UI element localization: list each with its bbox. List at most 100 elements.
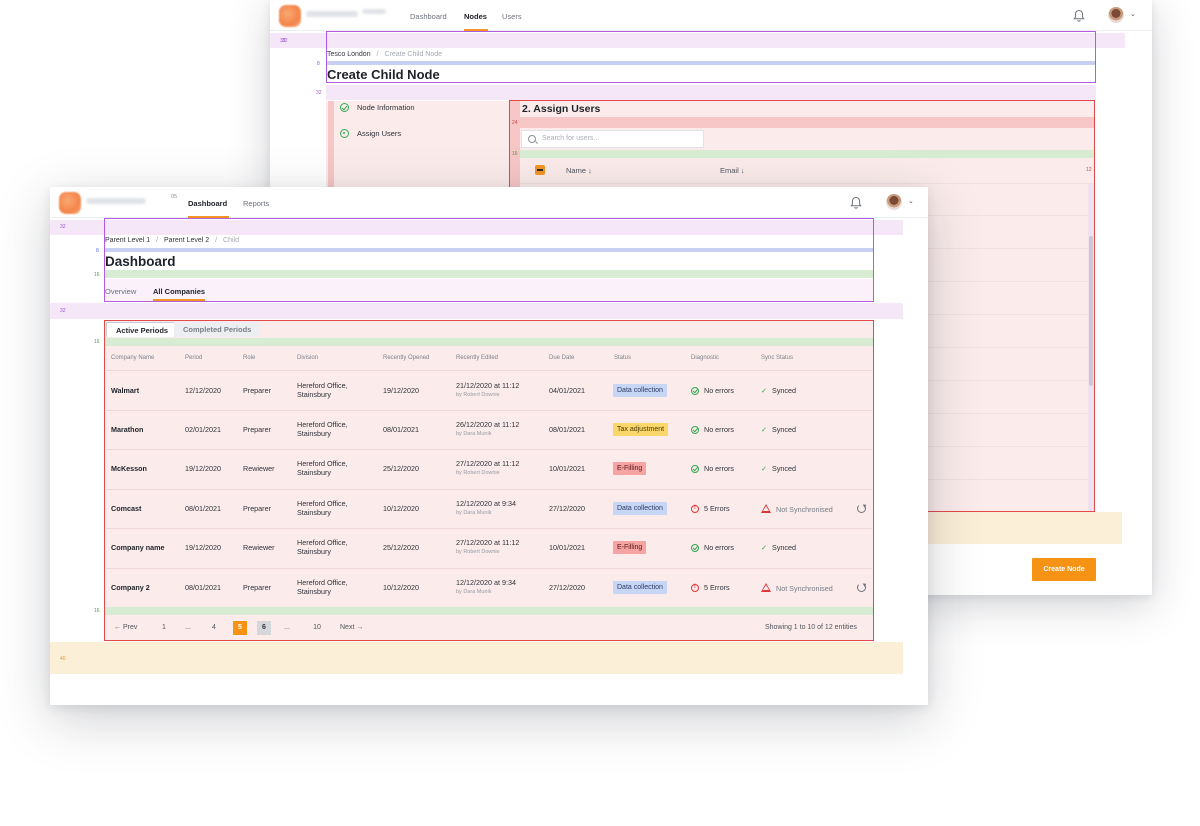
check-circle-icon <box>691 464 699 473</box>
breadcrumb-level2[interactable]: Parent Level 2 <box>164 237 209 244</box>
breadcrumb-current: Create Child Node <box>384 51 443 58</box>
create-node-button[interactable]: Create Node <box>1032 558 1096 581</box>
tab-active-periods[interactable]: Active Periods <box>106 322 179 337</box>
sync-text: Synced <box>772 464 797 473</box>
step-assign-users[interactable]: Assign Users <box>340 129 401 138</box>
page-1[interactable]: 1 <box>159 621 169 635</box>
cell-diagnostic: No errors <box>691 425 734 434</box>
column-role[interactable]: Role <box>243 355 255 361</box>
app-name-blurred-2 <box>362 9 386 14</box>
tab-completed-periods[interactable]: Completed Periods <box>174 322 261 337</box>
warning-icon <box>761 583 771 592</box>
check-circle-icon <box>691 386 699 395</box>
resync-icon[interactable] <box>857 583 866 592</box>
diagnostic-text: No errors <box>704 464 734 473</box>
spacing-label-top: 32 <box>60 224 66 230</box>
cell-period: 08/01/2021 <box>185 504 221 513</box>
spacing-label-table-bottom: 16 <box>94 608 100 614</box>
nav-users[interactable]: Users <box>502 12 522 21</box>
cell-division: Hereford Office, Stainsbury <box>297 578 348 596</box>
edited-date: 21/12/2020 at 11:12 <box>456 381 520 390</box>
user-row-divider <box>920 281 1090 282</box>
pagination-prev[interactable]: ← Prev <box>114 621 137 635</box>
check-circle-icon <box>691 543 699 552</box>
page-6[interactable]: 6 <box>257 621 271 635</box>
app-logo[interactable] <box>279 5 301 27</box>
edited-by: by Robert Downie <box>456 549 500 555</box>
nav-dashboard[interactable]: Dashboard <box>410 12 447 21</box>
wizard-left-margin <box>328 101 334 201</box>
column-diagnostic[interactable]: Diagnostic <box>691 355 719 361</box>
cell-recently-edited: 26/12/2020 at 11:12 by Dara Munik <box>456 420 519 439</box>
column-name[interactable]: Name ↓ <box>566 166 592 175</box>
cell-division: Hereford Office, Stainsbury <box>297 499 348 517</box>
spacing-label-footer: 40 <box>60 656 66 662</box>
cell-company[interactable]: McKesson <box>111 464 147 473</box>
pagination-next[interactable]: Next → <box>340 621 363 635</box>
column-recently-edited[interactable]: Recently Edited <box>456 355 498 361</box>
cell-company[interactable]: Company name <box>111 543 165 552</box>
cell-diagnostic: No errors <box>691 386 734 395</box>
edited-by: by Dara Munik <box>456 431 492 437</box>
nav-nodes[interactable]: Nodes <box>464 12 487 21</box>
tab-all-companies[interactable]: All Companies <box>153 287 205 296</box>
spacing-band-search <box>520 150 1094 158</box>
page-title: Dashboard <box>105 254 176 269</box>
user-row-divider <box>920 413 1090 414</box>
column-sync-status[interactable]: Sync Status <box>761 355 793 361</box>
cell-diagnostic: No errors <box>691 543 734 552</box>
chevron-down-icon[interactable]: ⌄ <box>908 197 914 205</box>
user-row-divider <box>920 479 1090 480</box>
current-step-icon <box>340 129 349 138</box>
breadcrumb-level1[interactable]: Parent Level 1 <box>105 237 150 244</box>
app-logo[interactable] <box>59 192 81 214</box>
spacing-band-crumb <box>105 248 873 252</box>
cell-company[interactable]: Company 2 <box>111 583 150 592</box>
check-icon: ✓ <box>761 386 768 395</box>
page-4[interactable]: 4 <box>209 621 219 635</box>
breadcrumb: Parent Level 1 / Parent Level 2 / Child <box>105 237 239 244</box>
avatar[interactable] <box>886 194 902 210</box>
column-recently-opened[interactable]: Recently Opened <box>383 355 429 361</box>
app-name-blurred <box>86 198 146 204</box>
bell-icon[interactable] <box>850 196 862 209</box>
search-input[interactable]: Search for users... <box>521 130 704 148</box>
column-status[interactable]: Status <box>614 355 631 361</box>
column-due-date[interactable]: Due Date <box>549 355 574 361</box>
tab-overview[interactable]: Overview <box>105 287 136 296</box>
page-5[interactable]: 5 <box>233 621 247 635</box>
column-period[interactable]: Period <box>185 355 202 361</box>
bell-icon[interactable] <box>1073 9 1085 22</box>
cell-due-date: 27/12/2020 <box>549 583 585 592</box>
edited-by: by Dara Munik <box>456 589 492 595</box>
spacing-label-right: 12 <box>1086 167 1092 173</box>
spacing-label-table-top: 16 <box>94 339 100 345</box>
cell-company[interactable]: Marathon <box>111 425 143 434</box>
diagnostic-text: No errors <box>704 425 734 434</box>
cell-role: Preparer <box>243 425 271 434</box>
column-company-name[interactable]: Company Name <box>111 355 154 361</box>
user-row-divider <box>920 446 1090 447</box>
cell-company[interactable]: Comcast <box>111 504 141 513</box>
resync-icon[interactable] <box>857 504 866 513</box>
wizard-steps-panel <box>326 101 509 201</box>
status-badge: E-Filling <box>613 462 647 475</box>
cell-company[interactable]: Walmart <box>111 386 139 395</box>
chevron-down-icon[interactable]: ⌄ <box>1130 10 1136 18</box>
page-10[interactable]: 10 <box>309 621 325 635</box>
breadcrumb-separator: / <box>156 237 159 244</box>
select-all-checkbox[interactable] <box>535 165 545 175</box>
header-divider <box>106 370 872 371</box>
breadcrumb-separator: / <box>376 51 379 58</box>
step-node-information[interactable]: Node Information <box>340 103 415 112</box>
nav-dashboard[interactable]: Dashboard <box>188 199 227 208</box>
breadcrumb-parent[interactable]: Tesco London <box>327 51 371 58</box>
status-badge: Data collection <box>613 581 667 594</box>
app-name-suffix: 05 <box>171 194 178 200</box>
cell-division: Hereford Office, Stainsbury <box>297 459 348 477</box>
column-email[interactable]: Email ↓ <box>720 166 745 175</box>
avatar[interactable] <box>1108 7 1124 23</box>
column-division[interactable]: Division <box>297 355 318 361</box>
scrollbar[interactable] <box>1089 236 1093 386</box>
nav-reports[interactable]: Reports <box>243 199 269 208</box>
